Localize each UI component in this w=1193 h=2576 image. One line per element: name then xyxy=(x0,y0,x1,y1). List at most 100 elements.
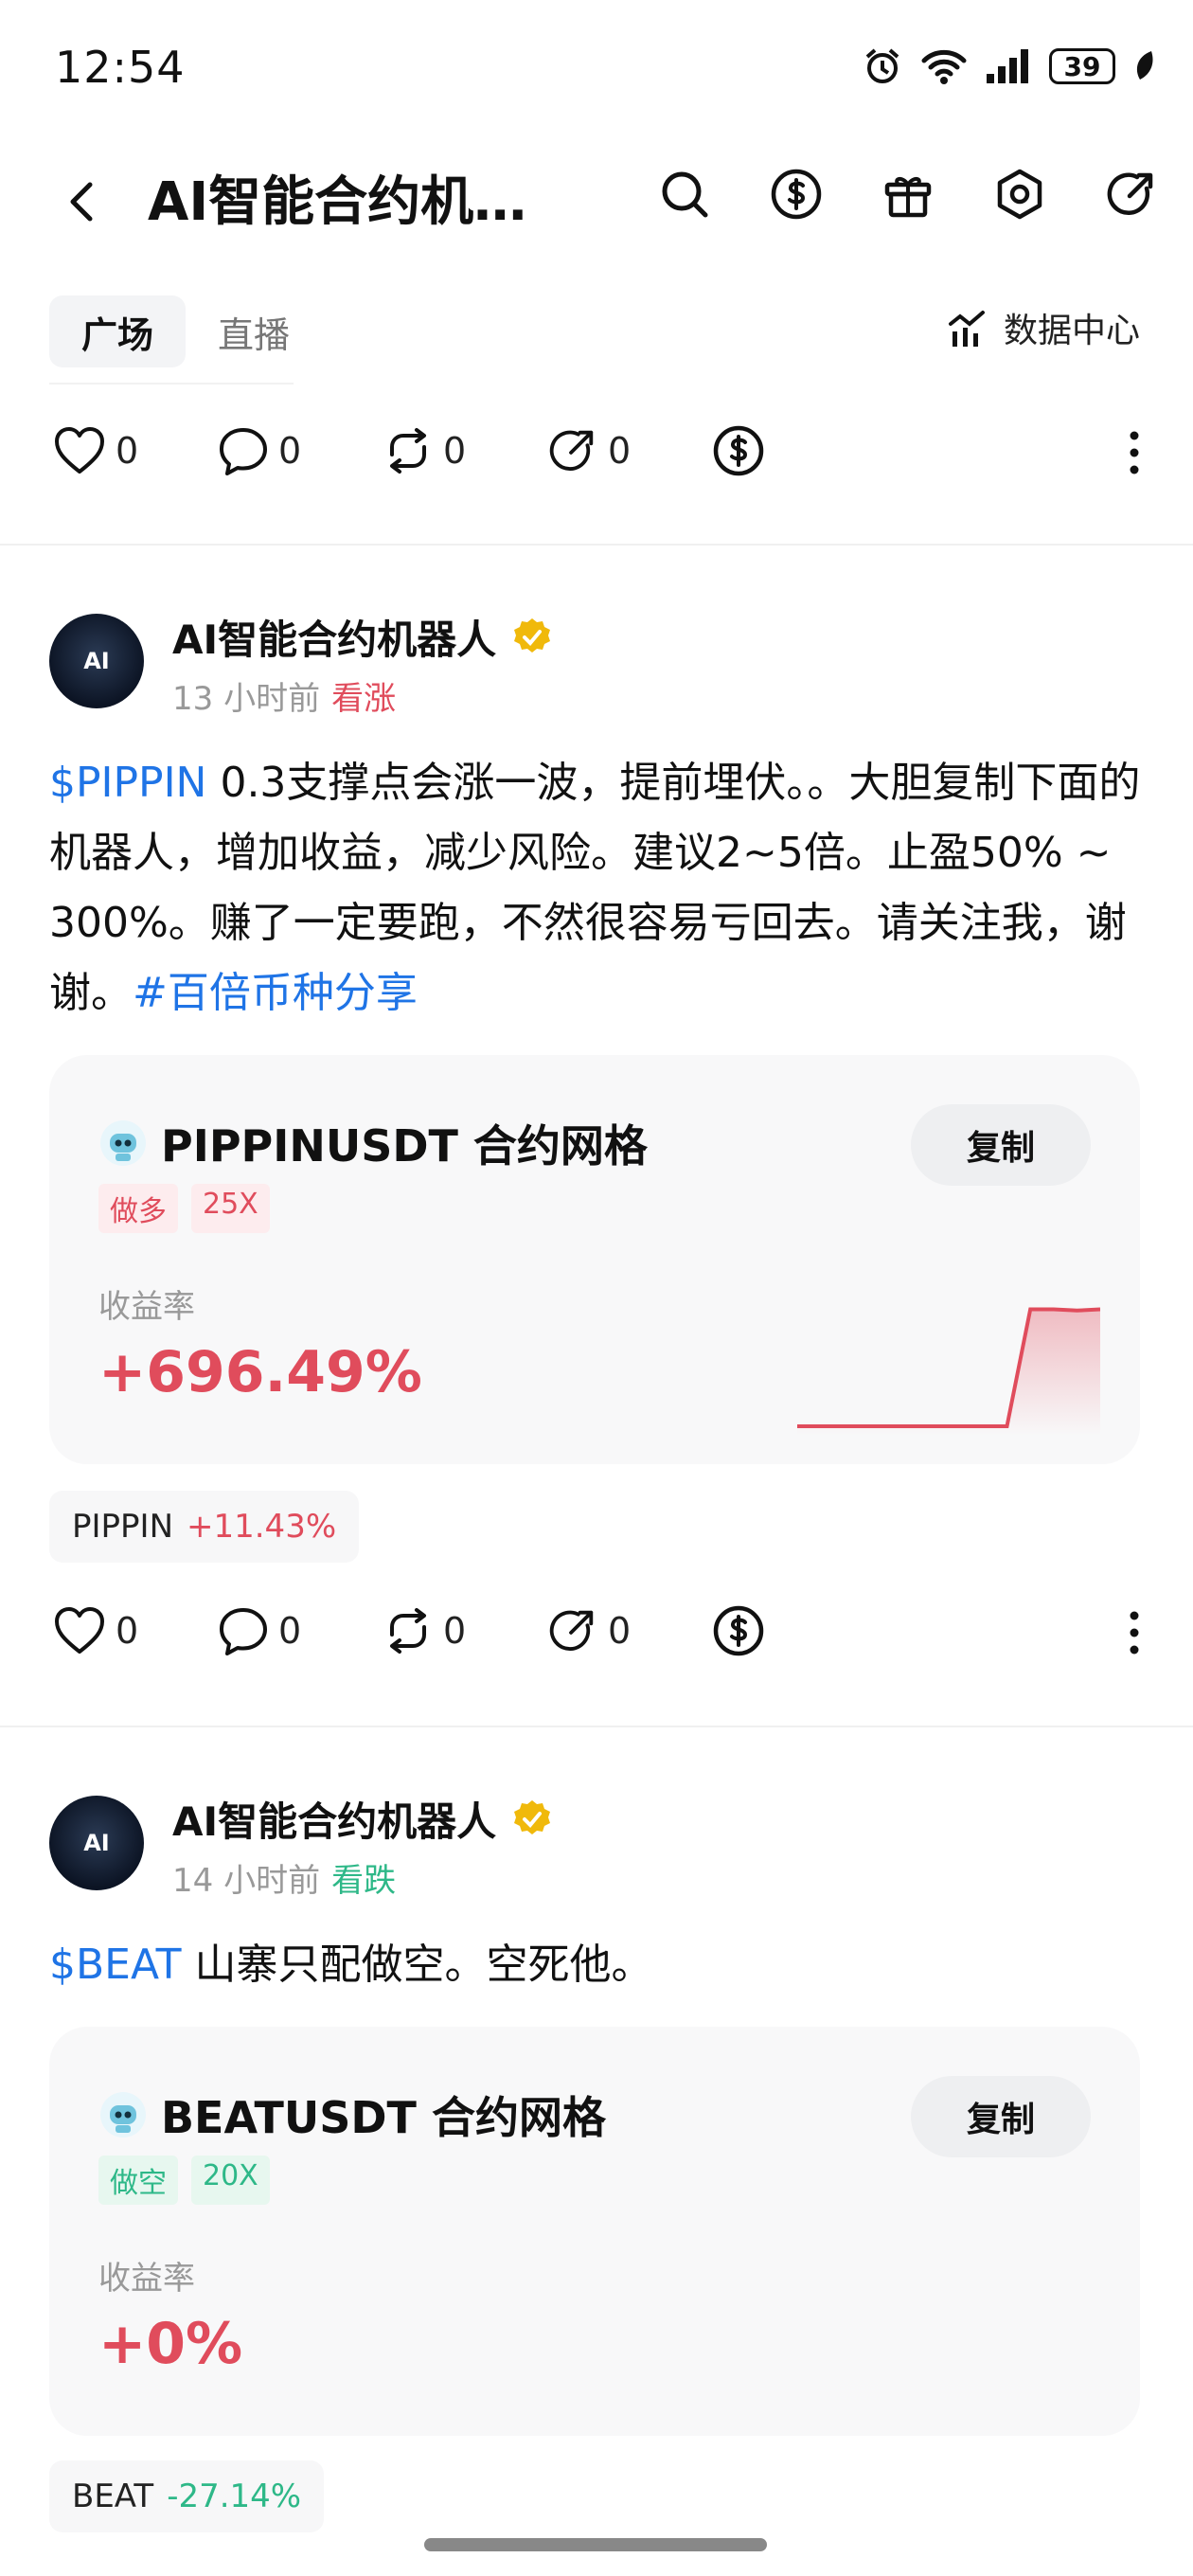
post-actions: 0 0 0 0 xyxy=(53,1601,1142,1661)
page-title: AI智能合约机… xyxy=(148,171,527,233)
share-button[interactable] xyxy=(1102,165,1161,224)
verified-badge-icon xyxy=(514,617,551,653)
repost-icon xyxy=(390,1608,426,1654)
comment-button[interactable]: 0 xyxy=(218,1606,383,1655)
like-button[interactable]: 0 xyxy=(53,426,218,475)
heart-icon xyxy=(55,427,104,474)
post-divider xyxy=(0,544,1193,546)
dollar-circle-icon xyxy=(713,425,764,476)
robot-icon xyxy=(100,2092,146,2138)
post-actions-top: 0 0 0 0 xyxy=(53,420,1142,481)
author-name[interactable]: AI智能合约机器人 xyxy=(172,608,553,666)
tab-divider xyxy=(49,383,294,385)
dollar-circle-icon xyxy=(771,169,822,220)
sparkline-area xyxy=(797,1309,1100,1436)
settings-button[interactable] xyxy=(990,165,1049,224)
post-time: 13 小时前 xyxy=(172,680,321,718)
comment-button[interactable]: 0 xyxy=(218,426,383,475)
share-icon xyxy=(1107,172,1153,216)
post-time: 14 小时前 xyxy=(172,1862,321,1900)
tip-post-button[interactable] xyxy=(712,424,877,477)
gift-icon xyxy=(884,177,932,218)
comment-count: 0 xyxy=(278,1610,302,1652)
leverage-badge: 25X xyxy=(191,1184,270,1233)
home-indicator[interactable] xyxy=(424,2538,767,2551)
more-button[interactable] xyxy=(1127,430,1142,479)
ticker-change: -27.14% xyxy=(167,2478,302,2515)
data-center-label: 数据中心 xyxy=(1003,312,1140,350)
avatar-text: AI xyxy=(83,1830,110,1856)
more-button[interactable] xyxy=(1127,1610,1142,1659)
post-body: 山寨只配做空。空死他。 xyxy=(181,1941,653,1989)
bot-card[interactable]: BEATUSDT 合约网格 复制 做空 20X 收益率 +0% xyxy=(49,2027,1140,2436)
gift-button[interactable] xyxy=(879,165,937,224)
share-count: 0 xyxy=(608,1610,632,1652)
sentiment-badge: 看涨 xyxy=(331,680,397,718)
repost-count: 0 xyxy=(443,1610,467,1652)
ticker-chip[interactable]: PIPPIN +11.43% xyxy=(49,1491,360,1563)
side-badge: 做空 xyxy=(98,2156,178,2205)
post-meta: 14 小时前 看跌 xyxy=(172,1854,396,1901)
yield-label: 收益率 xyxy=(98,2260,195,2298)
copy-button[interactable]: 复制 xyxy=(911,1104,1091,1186)
bot-tags: 做空 20X xyxy=(98,2156,270,2205)
signal-icon xyxy=(987,49,1028,83)
tab-square[interactable]: 广场 xyxy=(49,295,187,367)
share-count: 0 xyxy=(608,430,632,472)
ticker-symbol: PIPPIN xyxy=(72,1508,173,1546)
bot-tags: 做多 25X xyxy=(98,1184,270,1233)
verified-badge-icon xyxy=(514,1799,551,1834)
author-name[interactable]: AI智能合约机器人 xyxy=(172,1790,553,1848)
bot-name: BEATUSDT 合约网格 xyxy=(98,2084,606,2146)
cashtag-link[interactable]: $PIPPIN xyxy=(49,759,206,807)
tab-bar: 广场 直播 xyxy=(49,295,322,367)
comment-icon xyxy=(220,428,267,475)
chevron-left-icon xyxy=(70,182,93,222)
robot-icon xyxy=(100,1120,146,1166)
avatar-text: AI xyxy=(83,648,110,674)
bot-card[interactable]: PIPPINUSDT 合约网格 复制 做多 25X 收益率 +696.49% xyxy=(49,1055,1140,1464)
search-icon xyxy=(662,171,708,218)
like-button[interactable]: 0 xyxy=(53,1606,218,1655)
tip-post-button[interactable] xyxy=(712,1604,877,1657)
share-post-button[interactable]: 0 xyxy=(547,1605,712,1656)
leverage-badge: 20X xyxy=(191,2156,270,2205)
yield-value: +0% xyxy=(98,2311,243,2377)
wifi-icon xyxy=(921,49,967,84)
like-count: 0 xyxy=(116,430,139,472)
more-vertical-icon xyxy=(1130,431,1139,474)
share-post-button[interactable]: 0 xyxy=(547,425,712,476)
post-content: $PIPPIN 0.3支撑点会涨一波，提前埋伏。。大胆复制下面的机器人，增加收益… xyxy=(49,748,1148,1029)
back-button[interactable] xyxy=(53,172,112,231)
heart-icon xyxy=(55,1607,104,1654)
repost-button[interactable]: 0 xyxy=(383,426,547,475)
comment-icon xyxy=(220,1608,267,1655)
avatar[interactable]: AI xyxy=(49,1796,144,1890)
avatar[interactable]: AI xyxy=(49,614,144,708)
status-icons: 39 xyxy=(862,44,1157,89)
hexagon-settings-icon xyxy=(997,169,1042,220)
author-label: AI智能合约机器人 xyxy=(172,1798,497,1845)
post-meta: 13 小时前 看涨 xyxy=(172,672,396,719)
bot-name-label: BEATUSDT 合约网格 xyxy=(161,2092,606,2143)
repost-button[interactable]: 0 xyxy=(383,1606,547,1655)
repost-count: 0 xyxy=(443,430,467,472)
dollar-circle-icon xyxy=(713,1605,764,1656)
yield-sparkline xyxy=(797,1307,1100,1436)
cashtag-link[interactable]: $BEAT xyxy=(49,1941,182,1989)
ticker-chip[interactable]: BEAT -27.14% xyxy=(49,2460,325,2532)
post-divider xyxy=(0,1726,1193,1727)
share-icon xyxy=(549,430,594,471)
ticker-change: +11.43% xyxy=(187,1508,337,1546)
status-time: 12:54 xyxy=(55,42,186,93)
author-label: AI智能合约机器人 xyxy=(172,617,497,663)
copy-button[interactable]: 复制 xyxy=(911,2076,1091,2157)
data-center-button[interactable]: 数据中心 xyxy=(947,303,1140,352)
search-button[interactable] xyxy=(655,165,714,224)
side-badge: 做多 xyxy=(98,1184,178,1233)
yield-label: 收益率 xyxy=(98,1288,195,1326)
top-nav: AI智能合约机… xyxy=(0,152,1193,237)
hashtag-link[interactable]: #百倍币种分享 xyxy=(133,969,418,1017)
tip-button[interactable] xyxy=(767,165,826,224)
tab-live[interactable]: 直播 xyxy=(186,295,322,367)
